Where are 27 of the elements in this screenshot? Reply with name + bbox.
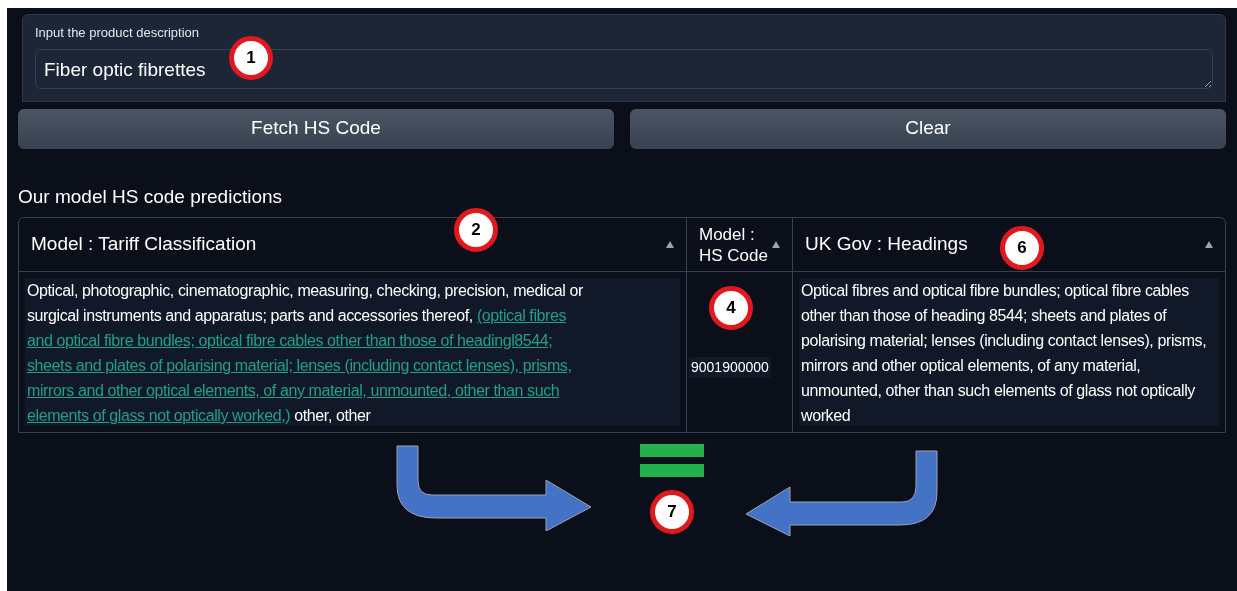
annotation-badge: 7	[650, 490, 694, 534]
sort-icon[interactable]	[772, 241, 780, 248]
annotation-badge: 6	[1000, 226, 1044, 270]
right-turn-arrow-icon	[396, 445, 592, 531]
section-title: Our model HS code predictions	[18, 184, 283, 209]
annotation-badge: 2	[454, 208, 498, 252]
cell-text: surgical instruments and apparatus; parts and accessories thereof,	[27, 307, 474, 324]
cell-text: Optical, photographic, cinematographic, measuring, checking, precision, medical or	[27, 282, 583, 299]
action-button[interactable]: Fetch HS Code	[18, 108, 614, 149]
table-cell: 9001900000	[689, 356, 771, 378]
column-header[interactable]: Model : Tariff Classification	[31, 230, 257, 259]
column-header[interactable]: Model : HS Code	[699, 223, 768, 266]
action-button[interactable]: Clear	[630, 108, 1226, 149]
field-label: Input the product description	[35, 24, 201, 42]
heading-link[interactable]: elements of glass not optically worked,)	[27, 407, 291, 424]
heading-link[interactable]: mirrors and other optical elements, of any material, unmounted, other than such	[27, 382, 560, 399]
annotation-badge: 4	[709, 286, 753, 330]
left-turn-arrow-icon	[745, 450, 938, 536]
equals-sign-icon	[640, 444, 704, 478]
column-header[interactable]: UK Gov : Headings	[805, 230, 968, 259]
table-cell: Optical fibres and optical fibre bundles; optical fibre cables other than those of heading 8544; sheets and plates of polarising material; lenses (including contact lenses), prisms, mirrors and other optical elements, of any material, unmounted, other than such elements of glass not optically worked	[799, 278, 1219, 426]
sort-icon[interactable]	[666, 241, 674, 248]
sort-icon[interactable]	[1205, 241, 1213, 248]
heading-link[interactable]: sheets and plates of polarising material; lenses (including contact lenses), prisms,	[27, 357, 572, 374]
cell-text: other, other	[293, 407, 371, 424]
heading-link[interactable]: and optical fibre bundles; optical fibre cables other than those of headingl8544;	[27, 332, 553, 349]
heading-link[interactable]: (optical fibres	[476, 307, 567, 324]
